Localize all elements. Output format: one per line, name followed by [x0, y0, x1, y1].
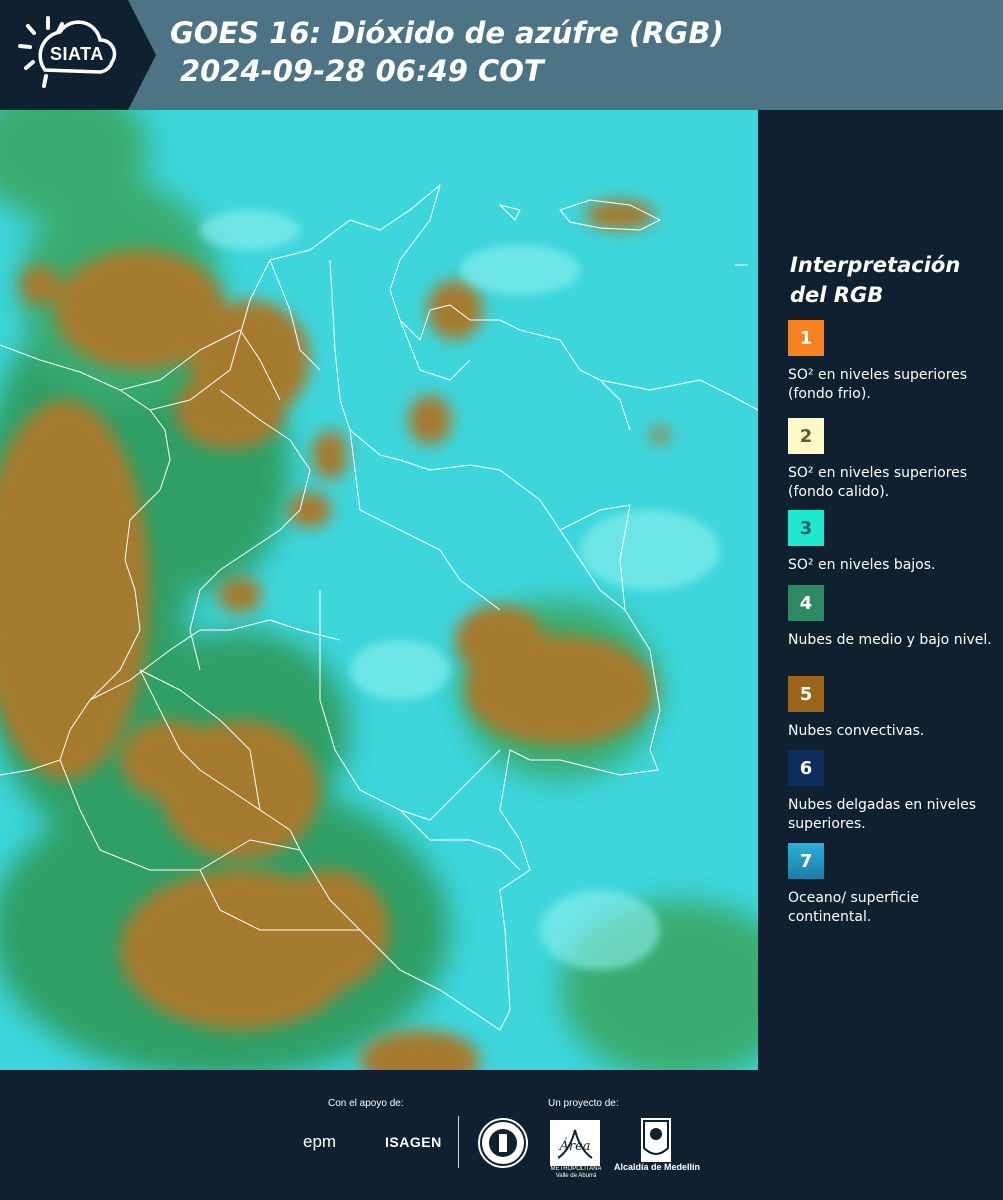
header-bar: SIATA GOES 16: Dióxido de azúfre (RGB) 2…: [0, 0, 1003, 110]
alcaldia-text: Alcaldía de Medellín: [613, 1162, 701, 1172]
legend-swatch: 3: [788, 510, 824, 546]
legend-label: Nubes convectivas.: [788, 723, 925, 739]
legend-item: 1 SO² en niveles superiores (fondo frio)…: [788, 320, 993, 404]
legend-swatch: 7: [788, 843, 824, 879]
page-title: GOES 16: Dióxido de azúfre (RGB): [170, 16, 724, 50]
legend-label: Oceano/ superficie continental.: [788, 890, 919, 925]
legend-item: 2 SO² en niveles superiores (fondo calid…: [788, 418, 993, 500]
area-metropolitana-logo: Área: [550, 1120, 600, 1166]
epm-logo: epm: [303, 1132, 337, 1151]
legend-item: 6 Nubes delgadas en niveles superiores.: [788, 750, 993, 834]
legend-label: SO² en niveles superiores (fondo calido)…: [788, 465, 968, 500]
footer-divider: [458, 1116, 459, 1168]
seal-graphic: [480, 1120, 526, 1166]
legend-swatch: 1: [788, 320, 824, 356]
legend-title-line1: Interpretación: [790, 253, 961, 277]
legend-label: SO² en niveles superiores (fondo frio).: [788, 367, 968, 402]
legend-label: SO² en niveles bajos.: [788, 557, 936, 573]
alcaldia-shield-icon: [641, 1118, 671, 1162]
area-metropolitana-text: METROPOLITANA Valle de Aburrá: [550, 1166, 602, 1179]
satellite-map: [0, 110, 758, 1070]
logo-text: SIATA: [50, 44, 104, 64]
legend-swatch: 5: [788, 676, 824, 712]
page-subtitle-timestamp: 2024-09-28 06:49 COT: [180, 54, 544, 88]
legend-swatch: 2: [788, 418, 824, 454]
legend-swatch: 4: [788, 585, 824, 621]
legend-item: 4 Nubes de medio y bajo nivel.: [788, 585, 993, 650]
isagen-logo: ISAGEN: [385, 1134, 442, 1150]
legend-item: 5 Nubes convectivas.: [788, 676, 993, 741]
area-logo-script: Área: [558, 1138, 590, 1154]
legend-item: 7 Oceano/ superficie continental.: [788, 843, 993, 927]
legend-title: Interpretación del RGB: [790, 250, 960, 310]
medellin-seal-icon: [478, 1118, 528, 1168]
footer: Con el apoyo de: Un proyecto de: epm ISA…: [0, 1070, 1003, 1200]
legend-item: 3 SO² en niveles bajos.: [788, 510, 993, 575]
legend-panel: Interpretación del RGB 1 SO² en niveles …: [760, 110, 1003, 1070]
alcaldia-shield-graphic: [643, 1120, 669, 1155]
legend-swatch: 6: [788, 750, 824, 786]
area-logo-graphic: Área: [557, 1129, 593, 1159]
legend-title-line2: del RGB: [790, 283, 884, 307]
support-label: Con el apoyo de:: [328, 1098, 404, 1109]
so2-rgb-image: [0, 110, 758, 1070]
legend-label: Nubes delgadas en niveles superiores.: [788, 797, 977, 832]
siata-logo: SIATA: [0, 0, 156, 110]
legend-label: Nubes de medio y bajo nivel.: [788, 632, 992, 648]
project-label: Un proyecto de:: [548, 1098, 619, 1109]
